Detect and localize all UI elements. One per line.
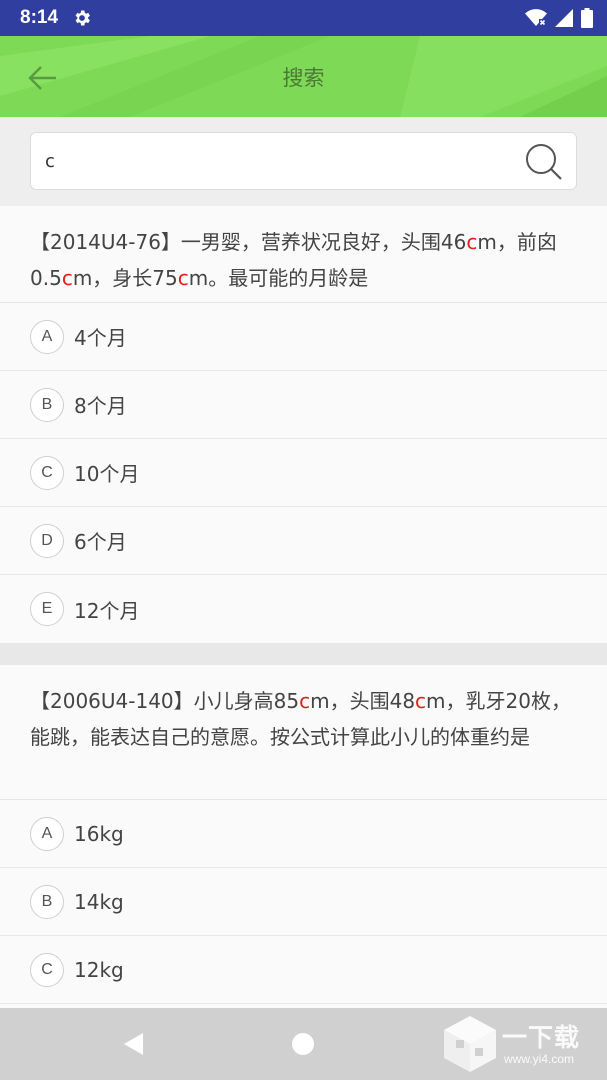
question-stem: 【2014U4-76】一男婴，营养状况良好，头围46cm，前囟0.5cm，身长7… [0,206,607,303]
option-text: 6个月 [74,530,127,554]
option-letter: C [30,455,64,490]
option-c[interactable]: C 12kg [0,936,607,1004]
search-icon[interactable] [524,142,564,182]
option-letter: B [30,387,64,422]
app-bar: 搜索 [0,36,607,117]
option-text: 12个月 [74,598,140,623]
option-a[interactable]: A 4个月 [0,303,607,371]
status-bar: 8:14 [0,0,607,36]
option-d[interactable]: D 6个月 [0,507,607,575]
navigation-bar: 一下载 www.yi4.com [0,1008,607,1080]
question-card: 【2006U4-140】小儿身高85cm，头围48cm，乳牙20枚，能跳，能表达… [0,665,607,1008]
watermark: 一下载 www.yi4.com [442,1014,592,1074]
battery-icon [581,8,593,28]
option-c[interactable]: C 10个月 [0,439,607,507]
nav-back-icon[interactable] [121,1031,147,1057]
option-letter: B [30,884,64,919]
watermark-logo-icon [444,1016,496,1072]
watermark-text: 一下载 [502,1023,581,1052]
option-text: 8个月 [74,394,127,418]
page-title: 搜索 [282,65,325,90]
option-a[interactable]: A 16kg [0,800,607,868]
question-card: 【2014U4-76】一男婴，营养状况良好，头围46cm，前囟0.5cm，身长7… [0,206,607,643]
nav-home-icon[interactable] [292,1033,314,1055]
signal-icon [555,9,573,27]
watermark-url: www.yi4.com [504,1052,575,1066]
option-letter: D [30,523,64,558]
option-b[interactable]: B 14kg [0,868,607,936]
status-time: 8:14 [20,7,59,28]
search-box [30,132,577,190]
option-text: 4个月 [74,326,127,350]
option-text: 14kg [74,889,124,914]
question-stem: 【2006U4-140】小儿身高85cm，头围48cm，乳牙20枚，能跳，能表达… [0,665,607,800]
option-letter: E [30,592,64,626]
search-input[interactable] [45,133,515,189]
gear-icon [75,10,90,26]
option-b[interactable]: B 8个月 [0,371,607,439]
option-text: 10个月 [74,462,140,486]
search-area [0,117,607,206]
option-letter: A [30,319,64,354]
status-icons [525,8,593,28]
option-text: 16kg [74,821,124,846]
wifi-icon [525,9,547,27]
option-text: 12kg [74,957,124,982]
question-divider [0,643,607,665]
option-letter: C [30,952,64,987]
option-letter: A [30,816,64,851]
option-e[interactable]: E 12个月 [0,575,607,643]
